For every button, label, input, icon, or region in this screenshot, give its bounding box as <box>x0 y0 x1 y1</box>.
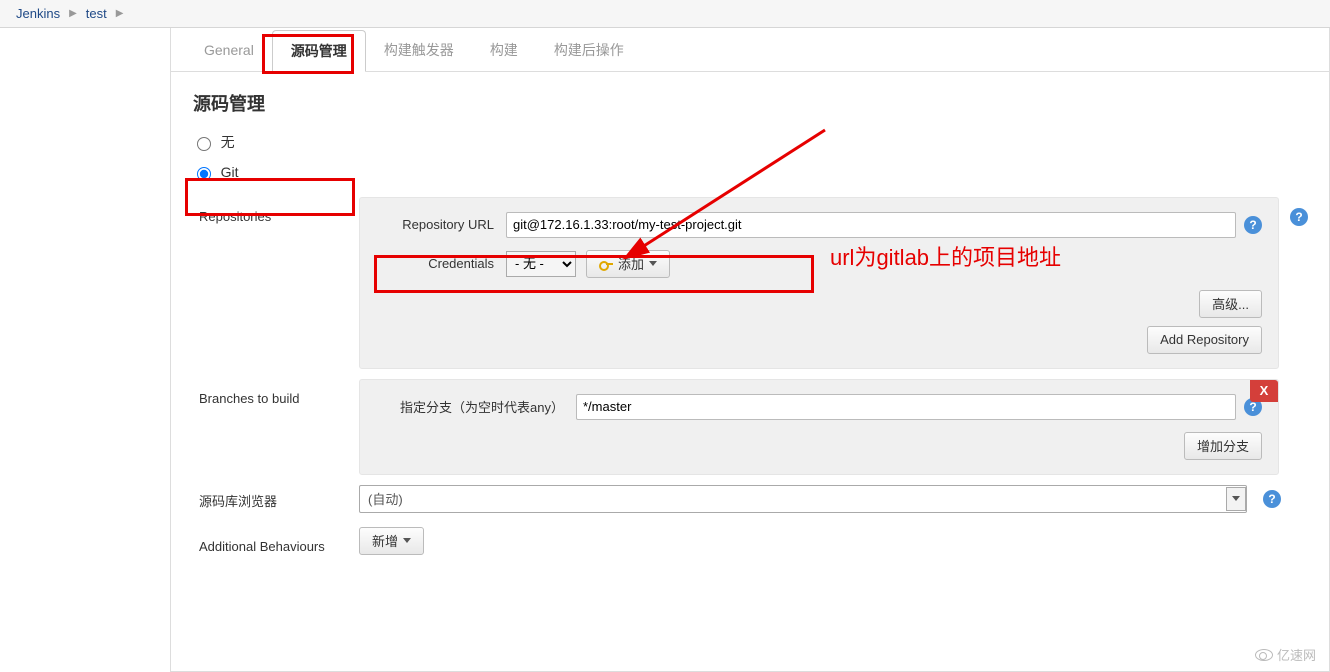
chevron-down-icon <box>649 261 657 266</box>
scm-radio-none[interactable] <box>197 137 211 151</box>
help-icon[interactable]: ? <box>1263 490 1281 508</box>
credentials-label: Credentials <box>376 256 506 271</box>
add-behaviour-button[interactable]: 新增 <box>359 527 424 555</box>
scm-radio-none-label: 无 <box>221 134 235 150</box>
add-behaviour-label: 新增 <box>372 531 398 550</box>
help-icon[interactable]: ? <box>1290 208 1308 226</box>
repo-browser-select[interactable]: (自动) <box>359 485 1247 513</box>
chevron-right-icon: ▶ <box>66 8 80 19</box>
chevron-down-icon <box>1226 487 1246 511</box>
breadcrumb-job[interactable]: test <box>80 6 113 21</box>
advanced-button[interactable]: 高级... <box>1199 290 1262 318</box>
branch-spec-label: 指定分支（为空时代表any） <box>376 397 576 416</box>
additional-behaviours-label: Additional Behaviours <box>199 527 359 554</box>
tab-general[interactable]: General <box>186 32 272 68</box>
section-title: 源码管理 <box>171 72 1329 126</box>
repo-browser-value: (自动) <box>360 489 1226 508</box>
config-panel: General 源码管理 构建触发器 构建 构建后操作 源码管理 无 Git R… <box>170 28 1330 672</box>
branch-spec-input[interactable] <box>576 394 1236 420</box>
cloud-icon <box>1255 649 1273 661</box>
config-tabs: General 源码管理 构建触发器 构建 构建后操作 <box>171 28 1329 72</box>
delete-branch-button[interactable]: X <box>1250 380 1278 402</box>
repositories-label: Repositories <box>199 197 359 224</box>
tab-scm[interactable]: 源码管理 <box>272 30 366 72</box>
breadcrumb: Jenkins ▶ test ▶ <box>0 0 1330 28</box>
tab-postbuild[interactable]: 构建后操作 <box>536 30 642 70</box>
breadcrumb-root[interactable]: Jenkins <box>10 6 66 21</box>
help-icon[interactable]: ? <box>1244 216 1262 234</box>
watermark-text: 亿速网 <box>1277 645 1316 664</box>
tab-build[interactable]: 构建 <box>472 30 536 70</box>
add-repository-button[interactable]: Add Repository <box>1147 326 1262 354</box>
scm-radio-git-label: Git <box>221 164 239 180</box>
credentials-select[interactable]: - 无 - <box>506 251 576 277</box>
add-branch-button[interactable]: 增加分支 <box>1184 432 1262 460</box>
repo-url-input[interactable] <box>506 212 1236 238</box>
add-credentials-label: 添加 <box>618 254 644 273</box>
chevron-down-icon <box>403 538 411 543</box>
scm-radio-git[interactable] <box>197 167 211 181</box>
watermark: 亿速网 <box>1255 645 1316 664</box>
repo-browser-label: 源码库浏览器 <box>199 487 359 510</box>
add-credentials-button[interactable]: 添加 <box>586 250 670 278</box>
branches-label: Branches to build <box>199 379 359 406</box>
key-icon <box>599 259 613 269</box>
tab-triggers[interactable]: 构建触发器 <box>366 30 472 70</box>
chevron-right-icon: ▶ <box>113 8 127 19</box>
repo-url-label: Repository URL <box>376 217 506 232</box>
